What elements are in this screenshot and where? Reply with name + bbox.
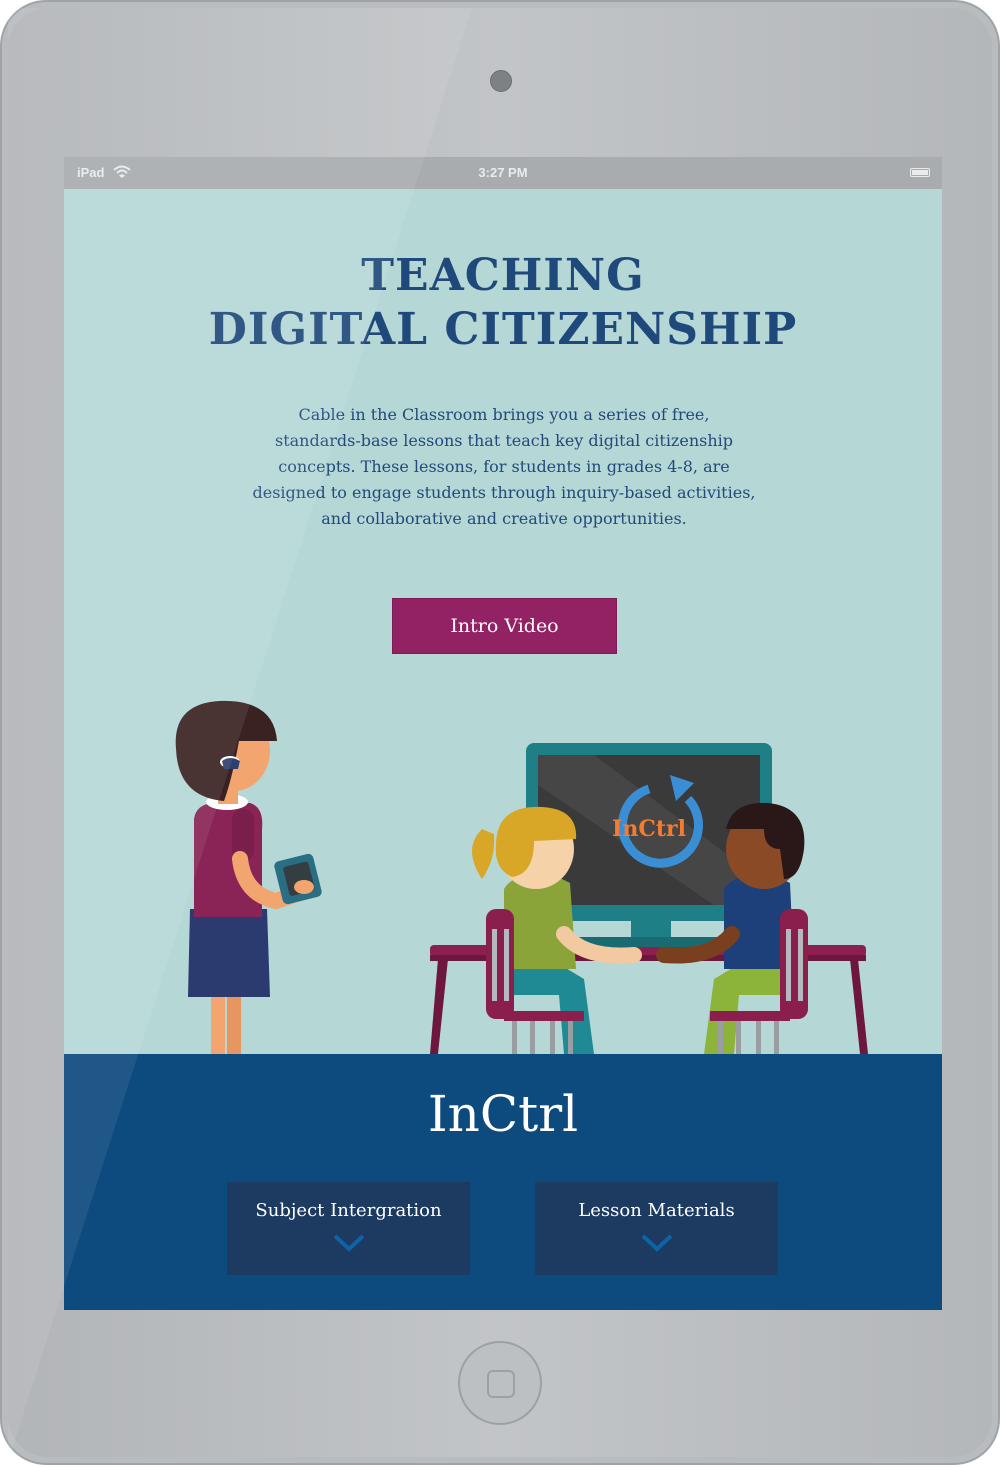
intro-video-button[interactable]: Intro Video: [392, 598, 617, 654]
title-line-1: TEACHING: [361, 250, 645, 301]
home-button[interactable]: [458, 1341, 542, 1425]
screen: iPad 3:27 PM InCtrl TEACHING DIGITAL CIT…: [64, 157, 942, 1310]
chevron-down-icon: [333, 1234, 365, 1252]
status-bar: iPad 3:27 PM: [64, 157, 942, 189]
subject-integration-button[interactable]: Subject Intergration: [227, 1182, 470, 1275]
battery-icon: [910, 168, 930, 177]
lesson-materials-button[interactable]: Lesson Materials: [535, 1182, 778, 1275]
subject-integration-label: Subject Intergration: [255, 1200, 442, 1221]
home-square-icon: [487, 1370, 515, 1398]
lesson-materials-label: Lesson Materials: [578, 1200, 735, 1221]
intro-line: and collaborative and creative opportuni…: [321, 509, 687, 528]
chevron-down-icon: [641, 1234, 673, 1252]
monitor-logo-text: InCtrl: [612, 816, 686, 842]
intro-line: Cable in the Classroom brings you a seri…: [298, 405, 710, 424]
status-time: 3:27 PM: [478, 165, 528, 180]
camera-icon: [490, 70, 512, 92]
hero-section: InCtrl TEACHING DIGITAL CITIZENSHIP Cabl…: [64, 189, 942, 1054]
intro-line: designed to engage students through inqu…: [252, 483, 756, 502]
intro-line: standards-base lessons that teach key di…: [274, 431, 734, 450]
teacher-figure: [175, 700, 322, 1054]
brand-title: InCtrl: [427, 1085, 579, 1143]
inctrl-panel: InCtrl Subject Intergration Lesson Mater…: [64, 1054, 942, 1310]
page-title: TEACHING DIGITAL CITIZENSHIP: [64, 249, 942, 357]
intro-line: concepts. These lessons, for students in…: [278, 457, 730, 476]
ipad-frame: iPad 3:27 PM InCtrl TEACHING DIGITAL CIT…: [0, 0, 1000, 1465]
intro-paragraph: Cable in the Classroom brings you a seri…: [214, 402, 794, 532]
title-line-2: DIGITAL CITIZENSHIP: [208, 304, 798, 355]
